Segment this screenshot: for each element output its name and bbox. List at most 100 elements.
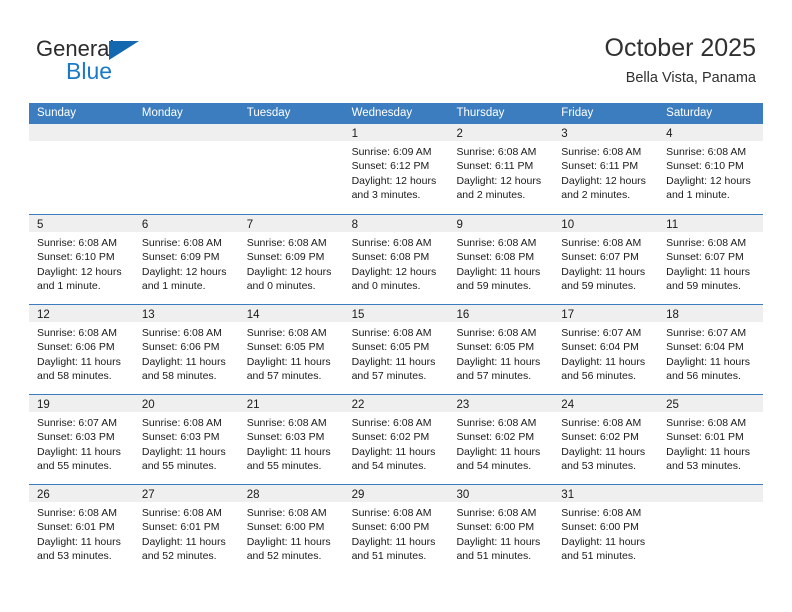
calendar-day-cell[interactable]: 22 Sunrise: 6:08 AM Sunset: 6:02 PM Dayligh…	[343, 395, 449, 484]
day-number-band: 26	[29, 485, 134, 502]
day-number-band: 1	[343, 124, 449, 141]
calendar-day-cell[interactable]: 25 Sunrise: 6:08 AM Sunset: 6:01 PM Dayligh…	[658, 395, 764, 484]
daylight-text-line1: Daylight: 11 hours	[456, 265, 541, 278]
daylight-text-line1: Daylight: 11 hours	[37, 535, 121, 548]
calendar-day-cell[interactable]: 9 Sunrise: 6:08 AM Sunset: 6:08 PM Daylight…	[448, 215, 554, 304]
calendar-day-cell[interactable]: 3 Sunrise: 6:08 AM Sunset: 6:11 PM Daylight…	[553, 124, 659, 214]
day-sun-info: Sunrise: 6:08 AM Sunset: 6:05 PM Daylight:…	[448, 322, 553, 384]
page-title: October 2025	[604, 34, 757, 62]
day-number: 13	[141, 309, 155, 321]
day-number: 11	[666, 219, 679, 231]
calendar-day-cell[interactable]: 15 Sunrise: 6:08 AM Sunset: 6:05 PM Dayligh…	[343, 305, 449, 394]
day-sun-info: Sunrise: 6:08 AM Sunset: 6:07 PM Daylight:…	[658, 232, 763, 294]
day-sun-info: Sunrise: 6:08 AM Sunset: 6:11 PM Daylight:…	[553, 141, 658, 203]
calendar-day-cell[interactable]: 5 Sunrise: 6:08 AM Sunset: 6:10 PM Daylight…	[29, 215, 134, 304]
day-sun-info: Sunrise: 6:07 AM Sunset: 6:03 PM Daylight:…	[29, 412, 134, 474]
sunrise-text: Sunrise: 6:08 AM	[246, 237, 327, 249]
daylight-text-line1: Daylight: 11 hours	[561, 265, 646, 278]
calendar-day-cell[interactable]: 19 Sunrise: 6:07 AM Sunset: 6:03 PM Dayligh…	[29, 395, 134, 484]
sunset-text: Sunset: 6:02 PM	[561, 431, 639, 444]
calendar-day-cell[interactable]: 26 Sunrise: 6:08 AM Sunset: 6:01 PM Dayligh…	[29, 485, 134, 574]
calendar-day-cell-empty	[658, 485, 764, 574]
calendar-day-cell[interactable]: 17 Sunrise: 6:07 AM Sunset: 6:04 PM Dayligh…	[553, 305, 659, 394]
calendar-day-cell[interactable]: 8 Sunrise: 6:08 AM Sunset: 6:08 PM Daylight…	[343, 215, 449, 304]
calendar-day-cell[interactable]: 7 Sunrise: 6:08 AM Sunset: 6:09 PM Daylight…	[238, 215, 344, 304]
daylight-text-line2: and 58 minutes.	[141, 370, 217, 383]
daylight-text-line2: and 59 minutes.	[666, 280, 741, 293]
day-number-band: 9	[448, 215, 554, 232]
calendar-day-cell[interactable]: 18 Sunrise: 6:07 AM Sunset: 6:04 PM Dayligh…	[658, 305, 764, 394]
calendar-day-cell[interactable]: 6 Sunrise: 6:08 AM Sunset: 6:09 PM Daylight…	[133, 215, 239, 304]
day-number: 18	[666, 309, 679, 321]
weekday-header-friday: Friday	[561, 107, 594, 119]
calendar-day-cell[interactable]: 23 Sunrise: 6:08 AM Sunset: 6:02 PM Dayligh…	[448, 395, 554, 484]
daylight-text-line2: and 52 minutes.	[141, 550, 217, 563]
calendar-day-cell[interactable]: 16 Sunrise: 6:08 AM Sunset: 6:05 PM Dayligh…	[448, 305, 554, 394]
calendar-day-cell[interactable]: 1 Sunrise: 6:09 AM Sunset: 6:12 PM Daylight…	[343, 124, 449, 214]
day-number: 25	[666, 399, 679, 411]
sunrise-text: Sunrise: 6:08 AM	[456, 507, 537, 519]
day-number-band: 6	[133, 215, 239, 232]
sunset-text: Sunset: 6:05 PM	[351, 341, 430, 354]
day-number: 15	[351, 309, 365, 321]
daylight-text-line1: Daylight: 12 hours	[666, 174, 751, 187]
day-number: 2	[456, 128, 463, 140]
calendar-day-cell[interactable]: 11 Sunrise: 6:08 AM Sunset: 6:07 PM Dayligh…	[658, 215, 764, 304]
daylight-text-line2: and 1 minute.	[141, 280, 206, 293]
calendar-day-cell[interactable]: 21 Sunrise: 6:08 AM Sunset: 6:03 PM Dayligh…	[238, 395, 344, 484]
day-number-band: 10	[553, 215, 659, 232]
day-sun-info: Sunrise: 6:08 AM Sunset: 6:08 PM Daylight:…	[448, 232, 553, 294]
day-number: 29	[351, 489, 365, 501]
day-number: 28	[246, 489, 260, 501]
day-number-band	[29, 124, 134, 141]
general-blue-logo[interactable]: General Blue	[36, 38, 236, 90]
day-sun-info: Sunrise: 6:08 AM Sunset: 6:01 PM Daylight:…	[658, 412, 763, 474]
day-number-band: 16	[448, 305, 554, 322]
calendar-day-cell[interactable]: 14 Sunrise: 6:08 AM Sunset: 6:05 PM Dayligh…	[238, 305, 344, 394]
daylight-text-line1: Daylight: 11 hours	[141, 445, 226, 458]
calendar-day-cell[interactable]: 29 Sunrise: 6:08 AM Sunset: 6:00 PM Dayligh…	[343, 485, 449, 574]
daylight-text-line1: Daylight: 11 hours	[666, 445, 751, 458]
day-number-band: 8	[343, 215, 449, 232]
sunrise-text: Sunrise: 6:08 AM	[37, 507, 117, 519]
daylight-text-line2: and 2 minutes.	[561, 189, 631, 202]
daylight-text-line1: Daylight: 11 hours	[246, 445, 331, 458]
day-number-band: 4	[658, 124, 764, 141]
day-sun-info: Sunrise: 6:08 AM Sunset: 6:11 PM Daylight:…	[448, 141, 553, 203]
day-number: 5	[37, 219, 44, 231]
sunset-text: Sunset: 6:07 PM	[561, 251, 639, 264]
calendar-day-cell[interactable]: 4 Sunrise: 6:08 AM Sunset: 6:10 PM Daylight…	[658, 124, 764, 214]
calendar-day-cell[interactable]: 2 Sunrise: 6:08 AM Sunset: 6:11 PM Daylight…	[448, 124, 554, 214]
sunrise-text: Sunrise: 6:08 AM	[37, 237, 117, 249]
calendar-day-cell[interactable]: 24 Sunrise: 6:08 AM Sunset: 6:02 PM Dayligh…	[553, 395, 659, 484]
calendar-page: General Blue October 2025 Bella Vista, P…	[0, 0, 792, 612]
day-sun-info: Sunrise: 6:08 AM Sunset: 6:03 PM Daylight:…	[134, 412, 239, 474]
day-sun-info: Sunrise: 6:08 AM Sunset: 6:00 PM Daylight:…	[239, 502, 344, 564]
calendar-day-cell[interactable]: 10 Sunrise: 6:08 AM Sunset: 6:07 PM Dayligh…	[553, 215, 659, 304]
day-number-band: 7	[238, 215, 344, 232]
sunrise-text: Sunrise: 6:08 AM	[351, 327, 432, 339]
daylight-text-line2: and 0 minutes.	[246, 280, 316, 293]
sunset-text: Sunset: 6:03 PM	[141, 431, 220, 444]
daylight-text-line1: Daylight: 11 hours	[666, 265, 751, 278]
day-number: 21	[246, 399, 260, 411]
sunset-text: Sunset: 6:11 PM	[561, 160, 639, 173]
daylight-text-line1: Daylight: 11 hours	[561, 355, 646, 368]
daylight-text-line2: and 54 minutes.	[456, 460, 532, 473]
sunrise-text: Sunrise: 6:08 AM	[456, 237, 537, 249]
sunset-text: Sunset: 6:00 PM	[246, 521, 325, 534]
daylight-text-line1: Daylight: 11 hours	[37, 445, 121, 458]
calendar-day-cell[interactable]: 30 Sunrise: 6:08 AM Sunset: 6:00 PM Dayligh…	[448, 485, 554, 574]
daylight-text-line1: Daylight: 12 hours	[456, 174, 542, 187]
day-sun-info: Sunrise: 6:08 AM Sunset: 6:01 PM Daylight:…	[134, 502, 239, 564]
calendar-day-cell[interactable]: 27 Sunrise: 6:08 AM Sunset: 6:01 PM Dayligh…	[133, 485, 239, 574]
calendar-day-cell[interactable]: 12 Sunrise: 6:08 AM Sunset: 6:06 PM Dayligh…	[29, 305, 134, 394]
daylight-text-line2: and 59 minutes.	[561, 280, 637, 293]
calendar-day-cell[interactable]: 28 Sunrise: 6:08 AM Sunset: 6:00 PM Dayligh…	[238, 485, 344, 574]
sunrise-text: Sunrise: 6:08 AM	[456, 146, 537, 158]
calendar-day-cell[interactable]: 20 Sunrise: 6:08 AM Sunset: 6:03 PM Dayligh…	[133, 395, 239, 484]
day-number: 10	[561, 219, 575, 231]
calendar-day-cell[interactable]: 13 Sunrise: 6:08 AM Sunset: 6:06 PM Dayligh…	[133, 305, 239, 394]
day-number-band: 21	[238, 395, 344, 412]
calendar-day-cell[interactable]: 31 Sunrise: 6:08 AM Sunset: 6:00 PM Dayligh…	[553, 485, 659, 574]
